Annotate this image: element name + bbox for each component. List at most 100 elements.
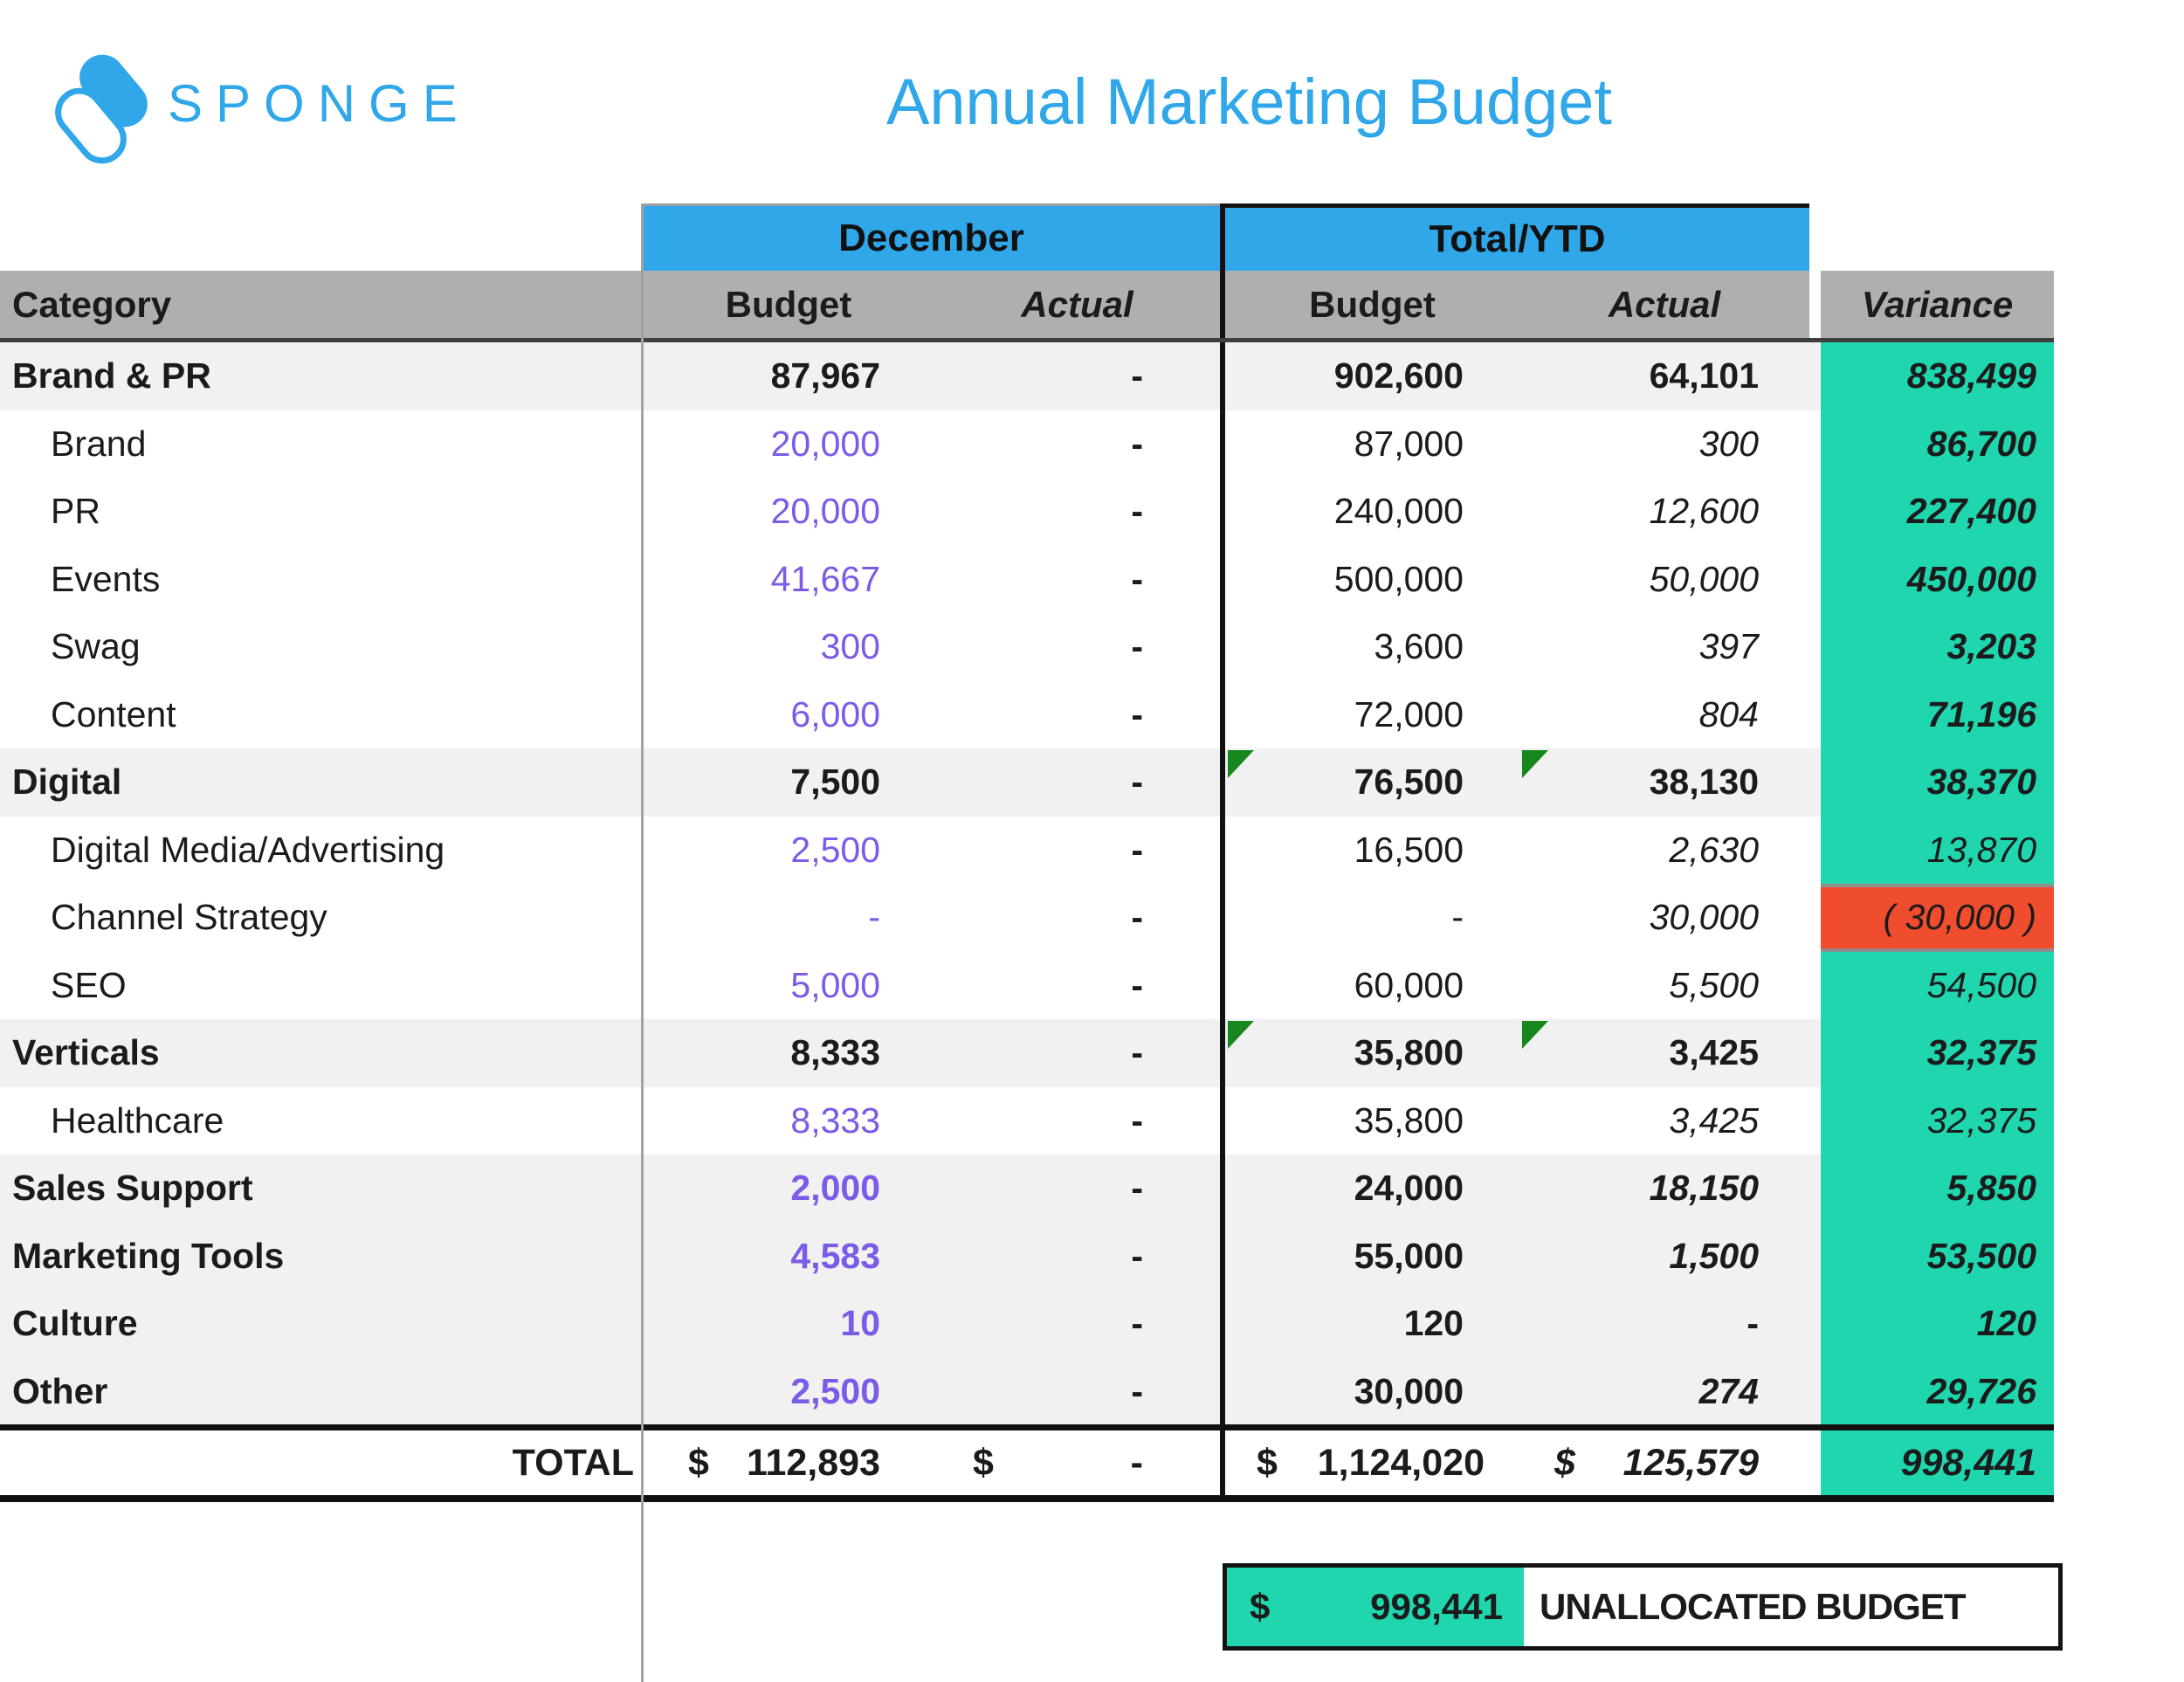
cell-ytd-actual: 5,500 [1519, 952, 1809, 1020]
gutter [1809, 1358, 1821, 1426]
cell-ytd-actual: 64,101 [1519, 342, 1809, 410]
row-category: Verticals [0, 1019, 643, 1087]
cell-dec-budget: 8,333 [643, 1019, 934, 1087]
page-title: Annual Marketing Budget [886, 65, 1612, 139]
cell-dec-budget: 7,500 [643, 748, 934, 817]
table-row: Content6,000-72,00080471,196 [0, 681, 2054, 749]
table-row: Swag300-3,6003973,203 [0, 613, 2054, 681]
cell-variance: 5,850 [1821, 1155, 2054, 1223]
cell-dec-actual: - [934, 1223, 1220, 1291]
cell-ytd-budget: 60,000 [1225, 952, 1519, 1020]
cell-dec-actual: - [934, 1087, 1220, 1155]
cell-dec-budget: 41,667 [643, 546, 934, 614]
sponge-leaf-icon [61, 54, 152, 152]
gutter [1809, 681, 1821, 749]
total-variance: 998,441 [1821, 1430, 2054, 1495]
row-category: Swag [0, 613, 643, 681]
gutter [1809, 1430, 1821, 1495]
table-row: Brand & PR87,967-902,60064,101838,499 [0, 342, 2054, 410]
table-row: Verticals8,333-35,8003,42532,375 [0, 1019, 2054, 1087]
cell-ytd-budget: 240,000 [1225, 478, 1519, 546]
cell-dec-actual: - [934, 1358, 1220, 1426]
cell-ytd-actual: 274 [1519, 1358, 1809, 1426]
row-category: Brand [0, 410, 643, 479]
cell-dec-budget: 2,000 [643, 1155, 934, 1223]
gutter [1809, 1155, 1821, 1223]
cell-variance: 3,203 [1821, 613, 2054, 681]
cell-ytd-budget: - [1225, 884, 1519, 952]
cell-ytd-budget: 120 [1225, 1290, 1519, 1358]
total-rule-bottom [0, 1495, 2054, 1502]
header-gutter [1809, 271, 1821, 338]
cell-ytd-actual: 30,000 [1519, 884, 1809, 952]
group-header-row: December Total/YTD [0, 203, 2054, 271]
cell-variance: 450,000 [1821, 546, 2054, 614]
gutter [1809, 478, 1821, 546]
budget-sheet: SPONGE Annual Marketing Budget December … [0, 0, 2184, 1682]
cell-ytd-budget: 3,600 [1225, 613, 1519, 681]
gutter [1809, 952, 1821, 1020]
row-category: Events [0, 546, 643, 614]
cell-dec-actual: - [934, 884, 1220, 952]
cell-dec-actual: - [934, 748, 1220, 817]
cell-dec-actual: - [934, 952, 1220, 1020]
table-row: Sales Support2,000-24,00018,1505,850 [0, 1155, 2054, 1223]
cell-variance: 53,500 [1821, 1223, 2054, 1291]
table-row: Events41,667-500,00050,000450,000 [0, 546, 2054, 614]
col-header-variance: Variance [1821, 271, 2054, 338]
row-category: Sales Support [0, 1155, 643, 1223]
gutter [1809, 546, 1821, 614]
cell-ytd-actual: 3,425 [1519, 1019, 1809, 1087]
col-header-dec-actual: Actual [934, 271, 1220, 338]
row-category: Digital [0, 748, 643, 817]
total-label: TOTAL [0, 1430, 643, 1495]
row-category: Content [0, 681, 643, 749]
gutter [1809, 1223, 1821, 1291]
cell-dec-budget: 4,583 [643, 1223, 934, 1291]
cell-ytd-actual: 397 [1519, 613, 1809, 681]
cell-dec-budget: 10 [643, 1290, 934, 1358]
total-ytd-actual-value: 125,579 [1623, 1442, 1759, 1485]
gutter [1809, 342, 1821, 410]
row-category: Marketing Tools [0, 1223, 643, 1291]
cell-ytd-budget: 16,500 [1225, 817, 1519, 885]
cell-dec-actual: - [934, 817, 1220, 885]
table-row: Digital Media/Advertising2,500-16,5002,6… [0, 817, 2054, 885]
cell-dec-actual: - [934, 342, 1220, 410]
row-category: Culture [0, 1290, 643, 1358]
table-row: Healthcare8,333-35,8003,42532,375 [0, 1087, 2054, 1155]
cell-dec-budget: 2,500 [643, 1358, 934, 1426]
cell-variance: 13,870 [1821, 817, 2054, 885]
dollar-sign: $ [1257, 1442, 1278, 1485]
row-category: Digital Media/Advertising [0, 817, 643, 885]
col-header-ytd-actual: Actual [1519, 271, 1809, 338]
table-row: Culture10-120-120 [0, 1290, 2054, 1358]
comment-flag-icon [1522, 1021, 1548, 1049]
cell-ytd-budget: 24,000 [1225, 1155, 1519, 1223]
cell-ytd-actual: 12,600 [1519, 478, 1809, 546]
cell-ytd-actual: 38,130 [1519, 748, 1809, 817]
cell-ytd-budget: 30,000 [1225, 1358, 1519, 1426]
cell-ytd-budget: 72,000 [1225, 681, 1519, 749]
table-row: PR20,000-240,00012,600227,400 [0, 478, 2054, 546]
comment-flag-icon [1522, 750, 1548, 778]
gutter [1809, 410, 1821, 479]
logo-text: SPONGE [168, 73, 471, 134]
cell-variance: 838,499 [1821, 342, 2054, 410]
header-spacer [1821, 203, 2054, 271]
cell-ytd-budget: 35,800 [1225, 1019, 1519, 1087]
cell-ytd-actual: 1,500 [1519, 1223, 1809, 1291]
cell-ytd-budget: 55,000 [1225, 1223, 1519, 1291]
table-row: Other2,500-30,00027429,726 [0, 1358, 2054, 1426]
col-header-dec-budget: Budget [643, 271, 934, 338]
row-category: Channel Strategy [0, 884, 643, 952]
gutter [1809, 1087, 1821, 1155]
cell-ytd-budget: 87,000 [1225, 410, 1519, 479]
cell-dec-actual: - [934, 1290, 1220, 1358]
unallocated-amount-cell: $ 998,441 [1227, 1568, 1524, 1646]
row-category: PR [0, 478, 643, 546]
comment-flag-icon [1228, 1021, 1254, 1049]
gutter [1809, 613, 1821, 681]
cell-ytd-actual: 50,000 [1519, 546, 1809, 614]
column-header-row: Category Budget Actual Budget Actual Var… [0, 271, 2054, 342]
